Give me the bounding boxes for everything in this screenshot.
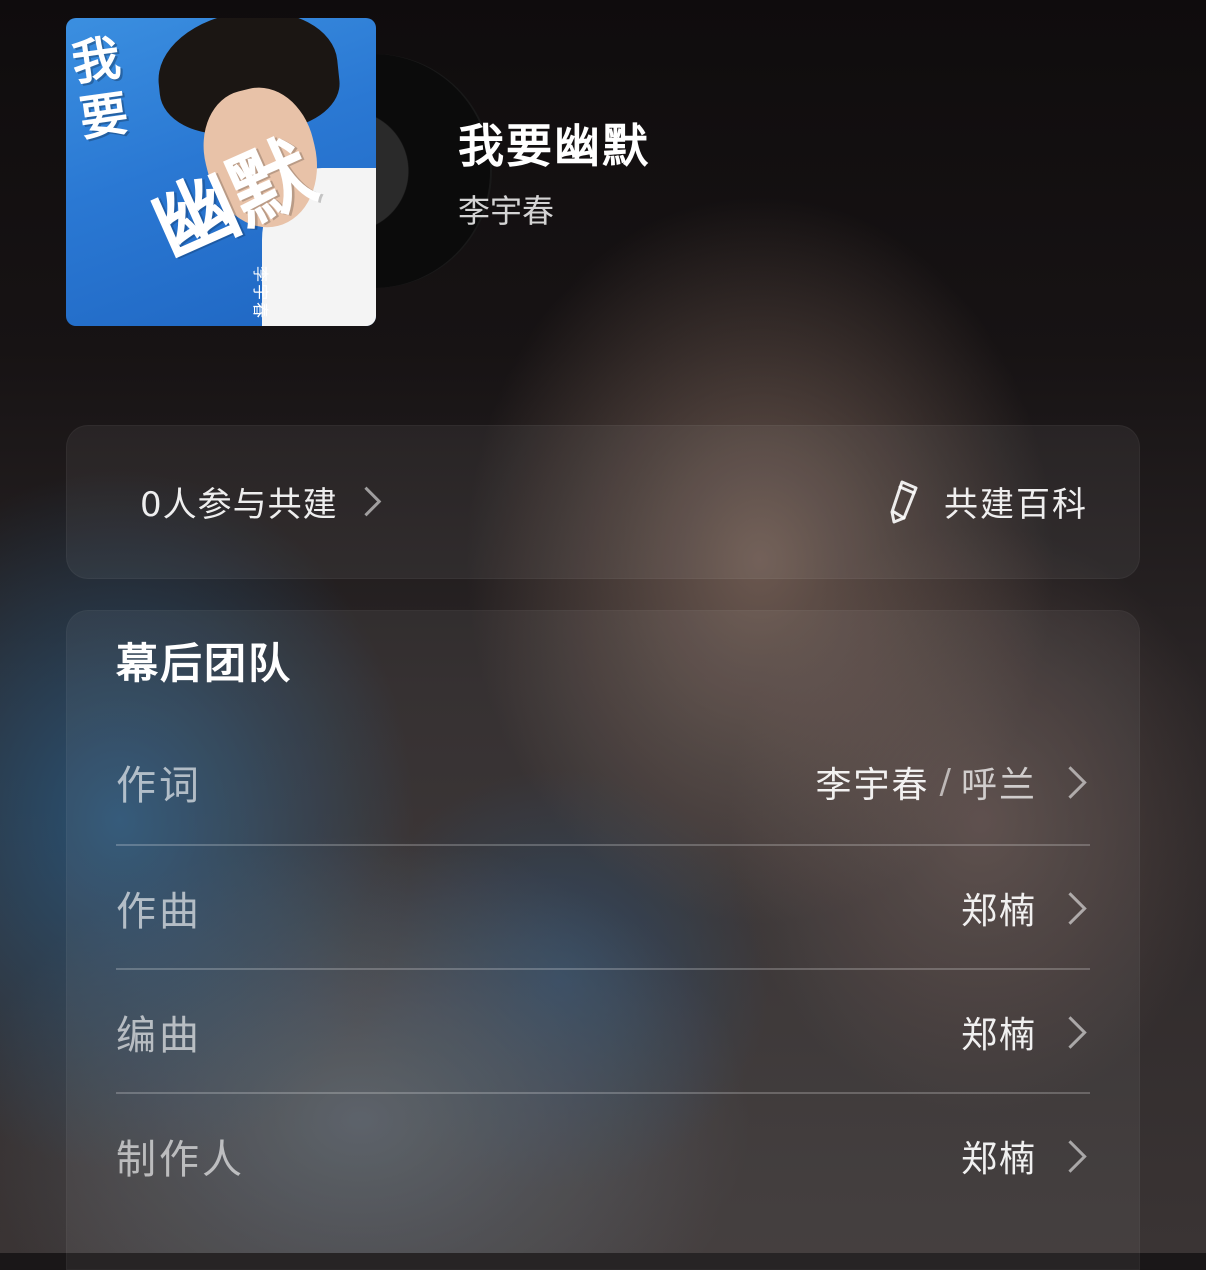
team-role: 作曲 bbox=[116, 889, 202, 935]
team-card: 幕后团队 作词 李宇春 / 呼兰 作曲 郑楠 编曲 郑楠 制作人 郑楠 bbox=[66, 610, 1140, 1270]
team-role: 作词 bbox=[116, 763, 202, 809]
team-row-arranger[interactable]: 编曲 郑楠 bbox=[116, 970, 1090, 1094]
team-people: 郑楠 bbox=[961, 1130, 1090, 1182]
cover-title-small: 我要 bbox=[68, 30, 132, 148]
cover-artist: 李宇春 bbox=[251, 266, 270, 321]
team-person[interactable]: 李宇春 bbox=[816, 756, 930, 808]
cobuild-participants-label: 0人参与共建 bbox=[140, 485, 338, 525]
album-cover[interactable]: 我要 幽默 李宇春 bbox=[66, 18, 376, 326]
team-person[interactable]: 郑楠 bbox=[961, 1006, 1037, 1058]
team-people: 郑楠 bbox=[961, 1006, 1090, 1058]
cobuild-card: 0人参与共建 共建百科 bbox=[66, 425, 1140, 579]
team-people: 郑楠 bbox=[961, 882, 1090, 934]
chevron-right-icon bbox=[1054, 1015, 1087, 1049]
song-artist[interactable]: 李宇春 bbox=[458, 186, 554, 232]
team-row-producer[interactable]: 制作人 郑楠 bbox=[116, 1094, 1090, 1218]
team-section-title: 幕后团队 bbox=[116, 639, 293, 688]
chevron-right-icon bbox=[351, 486, 381, 517]
song-title: 我要幽默 bbox=[458, 119, 650, 173]
team-person[interactable]: 郑楠 bbox=[961, 882, 1037, 934]
chevron-right-icon bbox=[1054, 765, 1087, 799]
team-person[interactable]: 郑楠 bbox=[961, 1130, 1037, 1182]
team-person[interactable]: 呼兰 bbox=[961, 756, 1037, 808]
cobuild-participants-link[interactable]: 0人参与共建 bbox=[140, 477, 381, 526]
team-row-lyricist[interactable]: 作词 李宇春 / 呼兰 bbox=[116, 720, 1090, 844]
team-people: 李宇春 / 呼兰 bbox=[816, 756, 1091, 808]
pencil-icon bbox=[890, 480, 918, 523]
team-row-composer[interactable]: 作曲 郑楠 bbox=[116, 846, 1090, 970]
cobuild-wiki-label: 共建百科 bbox=[944, 485, 1088, 525]
chevron-right-icon bbox=[1054, 1139, 1087, 1173]
chevron-right-icon bbox=[1054, 891, 1087, 925]
song-header: 我要 幽默 李宇春 我要幽默 李宇春 bbox=[66, 18, 1140, 328]
team-role: 制作人 bbox=[116, 1137, 245, 1183]
team-role: 编曲 bbox=[116, 1013, 202, 1059]
cobuild-wiki-button[interactable]: 共建百科 bbox=[888, 477, 1088, 526]
people-separator: / bbox=[939, 762, 951, 802]
